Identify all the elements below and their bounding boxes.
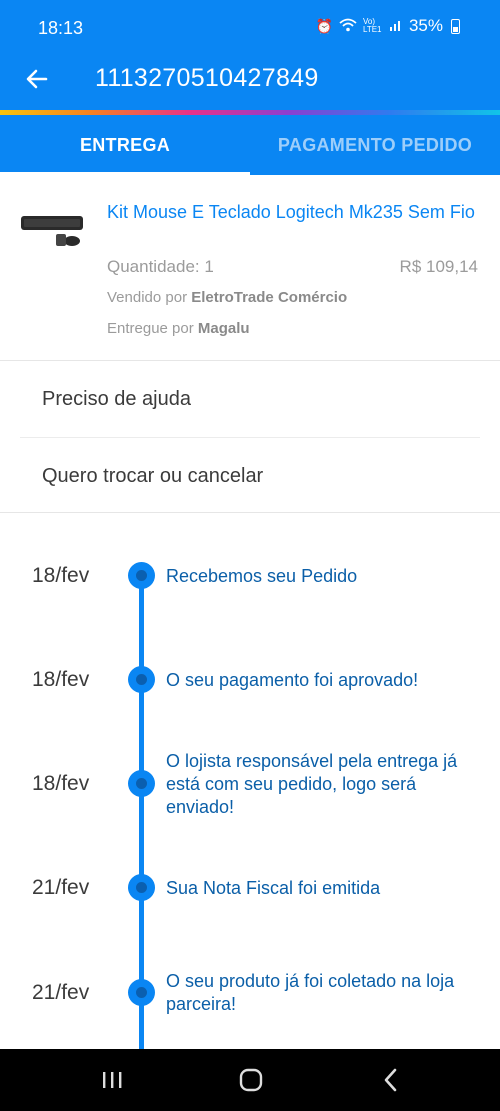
system-nav-bar (0, 1049, 500, 1111)
timeline-dot (128, 562, 155, 589)
change-or-cancel-menu-item[interactable]: Quero trocar ou cancelar (20, 438, 480, 514)
sold-by-prefix: Vendido por (107, 289, 188, 306)
tab-entrega[interactable]: ENTREGA (0, 115, 250, 175)
timeline-event: O lojista responsável pela entrega já es… (166, 751, 458, 817)
back-arrow-icon[interactable] (22, 64, 52, 94)
timeline-event: Sua Nota Fiscal foi emitida (166, 878, 381, 898)
delivered-by: Entregue por Magalu (107, 320, 250, 337)
delivered-by-carrier: Magalu (197, 320, 250, 337)
tab-pagamento-pedido[interactable]: PAGAMENTO PEDIDO (250, 115, 500, 175)
product-image (20, 213, 90, 253)
product-name-link[interactable]: Kit Mouse E Teclado Logitech Mk235 Sem F… (107, 201, 477, 224)
timeline-date: 18/fev (32, 564, 90, 587)
product-price: R$ 109,14 (399, 257, 478, 276)
alarm-icon: ⏰ (315, 17, 333, 34)
network-label: Vo) LTE1 (362, 17, 382, 34)
sold-by: Vendido por EletroTrade Comércio (107, 289, 347, 306)
back-icon[interactable] (376, 1065, 406, 1095)
timeline-event: O seu produto já foi coletado na loja pa… (166, 971, 455, 1014)
sold-by-seller: EletroTrade Comércio (191, 289, 348, 306)
wifi-icon (339, 18, 357, 35)
app-bar: 1113270510427849 (0, 56, 500, 110)
battery-percent: 35% (408, 16, 443, 35)
timeline-dot (128, 770, 155, 797)
battery-icon (451, 18, 460, 34)
signal-icon (389, 18, 403, 35)
help-menu-item[interactable]: Preciso de ajuda (20, 362, 480, 438)
tab-bar: ENTREGA PAGAMENTO PEDIDO (0, 115, 500, 175)
timeline-date: 21/fev (32, 876, 90, 899)
timeline-date: 18/fev (32, 772, 90, 795)
order-number-title: 1113270510427849 (95, 64, 319, 92)
product-card: Kit Mouse E Teclado Logitech Mk235 Sem F… (0, 175, 500, 361)
timeline-event: O seu pagamento foi aprovado! (166, 670, 419, 690)
timeline-event: Recebemos seu Pedido (166, 566, 358, 586)
status-bar: 18:13 ⏰ Vo) LTE1 35% (0, 0, 500, 56)
product-quantity: Quantidade: 1 (107, 257, 214, 276)
status-time: 18:13 (38, 18, 84, 38)
delivered-by-prefix: Entregue por (107, 320, 194, 337)
timeline-date: 21/fev (32, 981, 90, 1004)
timeline-dot (128, 874, 155, 901)
timeline-date: 18/fev (32, 668, 90, 691)
recents-icon[interactable] (97, 1065, 127, 1095)
section-divider (0, 512, 500, 513)
status-icons: ⏰ Vo) LTE1 35% (316, 16, 460, 36)
timeline-dot (128, 666, 155, 693)
timeline-dot (128, 979, 155, 1006)
home-icon[interactable] (236, 1065, 266, 1095)
